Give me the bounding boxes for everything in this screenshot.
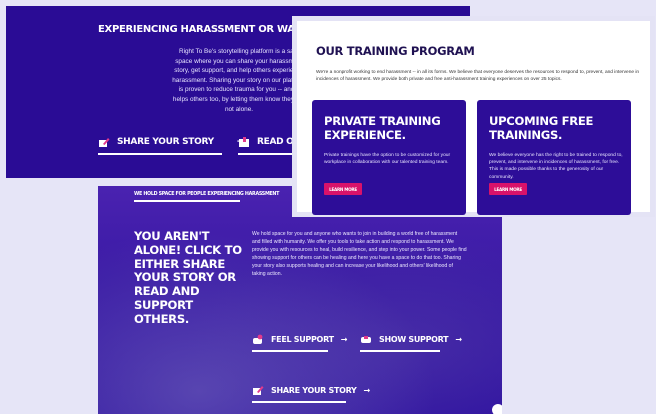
show-support-label: SHOW SUPPORT [379,334,449,344]
support-description: We hold space for you and anyone who wan… [252,231,467,278]
pencil-paper-icon [99,138,110,147]
free-training-card: UPCOMING FREE TRAININGS. We believe ever… [477,100,631,215]
feel-support-button[interactable]: FEEL SUPPORT → [252,333,348,352]
training-program-card: OUR TRAINING PROGRAM We're a nonprofit w… [292,16,655,217]
learn-more-button[interactable]: LEARN MORE [489,183,527,195]
handshake-icon [361,336,371,343]
arrow-icon: → [455,334,462,344]
arrow-icon: → [340,334,348,344]
underline [252,350,328,352]
share-story-label: SHARE YOUR STORY [271,385,357,395]
feel-support-label: FEEL SUPPORT [271,334,334,344]
underline [98,153,222,155]
pencil-paper-icon [253,386,264,395]
underline [238,153,298,155]
tag-underline [134,200,240,202]
book-icon [239,137,249,147]
underline [252,401,346,403]
private-training-card: PRIVATE TRAINING EXPERIENCE. Private tra… [312,100,466,215]
hands-heart-icon [253,334,263,344]
accessibility-icon[interactable] [492,404,502,414]
section-tag: WE HOLD SPACE FOR PEOPLE EXPERIENCING HA… [134,192,280,197]
underline [360,350,440,352]
share-story-button[interactable]: SHARE YOUR STORY → [98,136,244,155]
card-title: UPCOMING FREE TRAININGS. [489,114,594,142]
read-stories-button[interactable]: READ OT [238,136,300,155]
support-heading: YOU AREN'T ALONE! CLICK TO EITHER SHARE … [134,229,242,326]
training-heading: OUR TRAINING PROGRAM [316,44,475,58]
training-intro: We're a nonprofit working to end harassm… [316,70,640,83]
arrow-icon: → [363,385,371,395]
training-content: OUR TRAINING PROGRAM We're a nonprofit w… [297,21,650,215]
support-panel: WE HOLD SPACE FOR PEOPLE EXPERIENCING HA… [98,186,502,414]
card-title: PRIVATE TRAINING EXPERIENCE. [324,114,441,142]
learn-more-button[interactable]: LEARN MORE [324,183,362,195]
share-story-label: SHARE YOUR STORY [117,137,214,147]
show-support-button[interactable]: SHOW SUPPORT → [360,333,462,352]
card-description: We believe everyone has the right to be … [489,153,623,180]
panel-description: Right To Be's storytelling platform is a… [172,48,306,113]
card-description: Private trainings have the option to be … [324,153,451,166]
share-story-button[interactable]: SHARE YOUR STORY → [252,384,371,403]
